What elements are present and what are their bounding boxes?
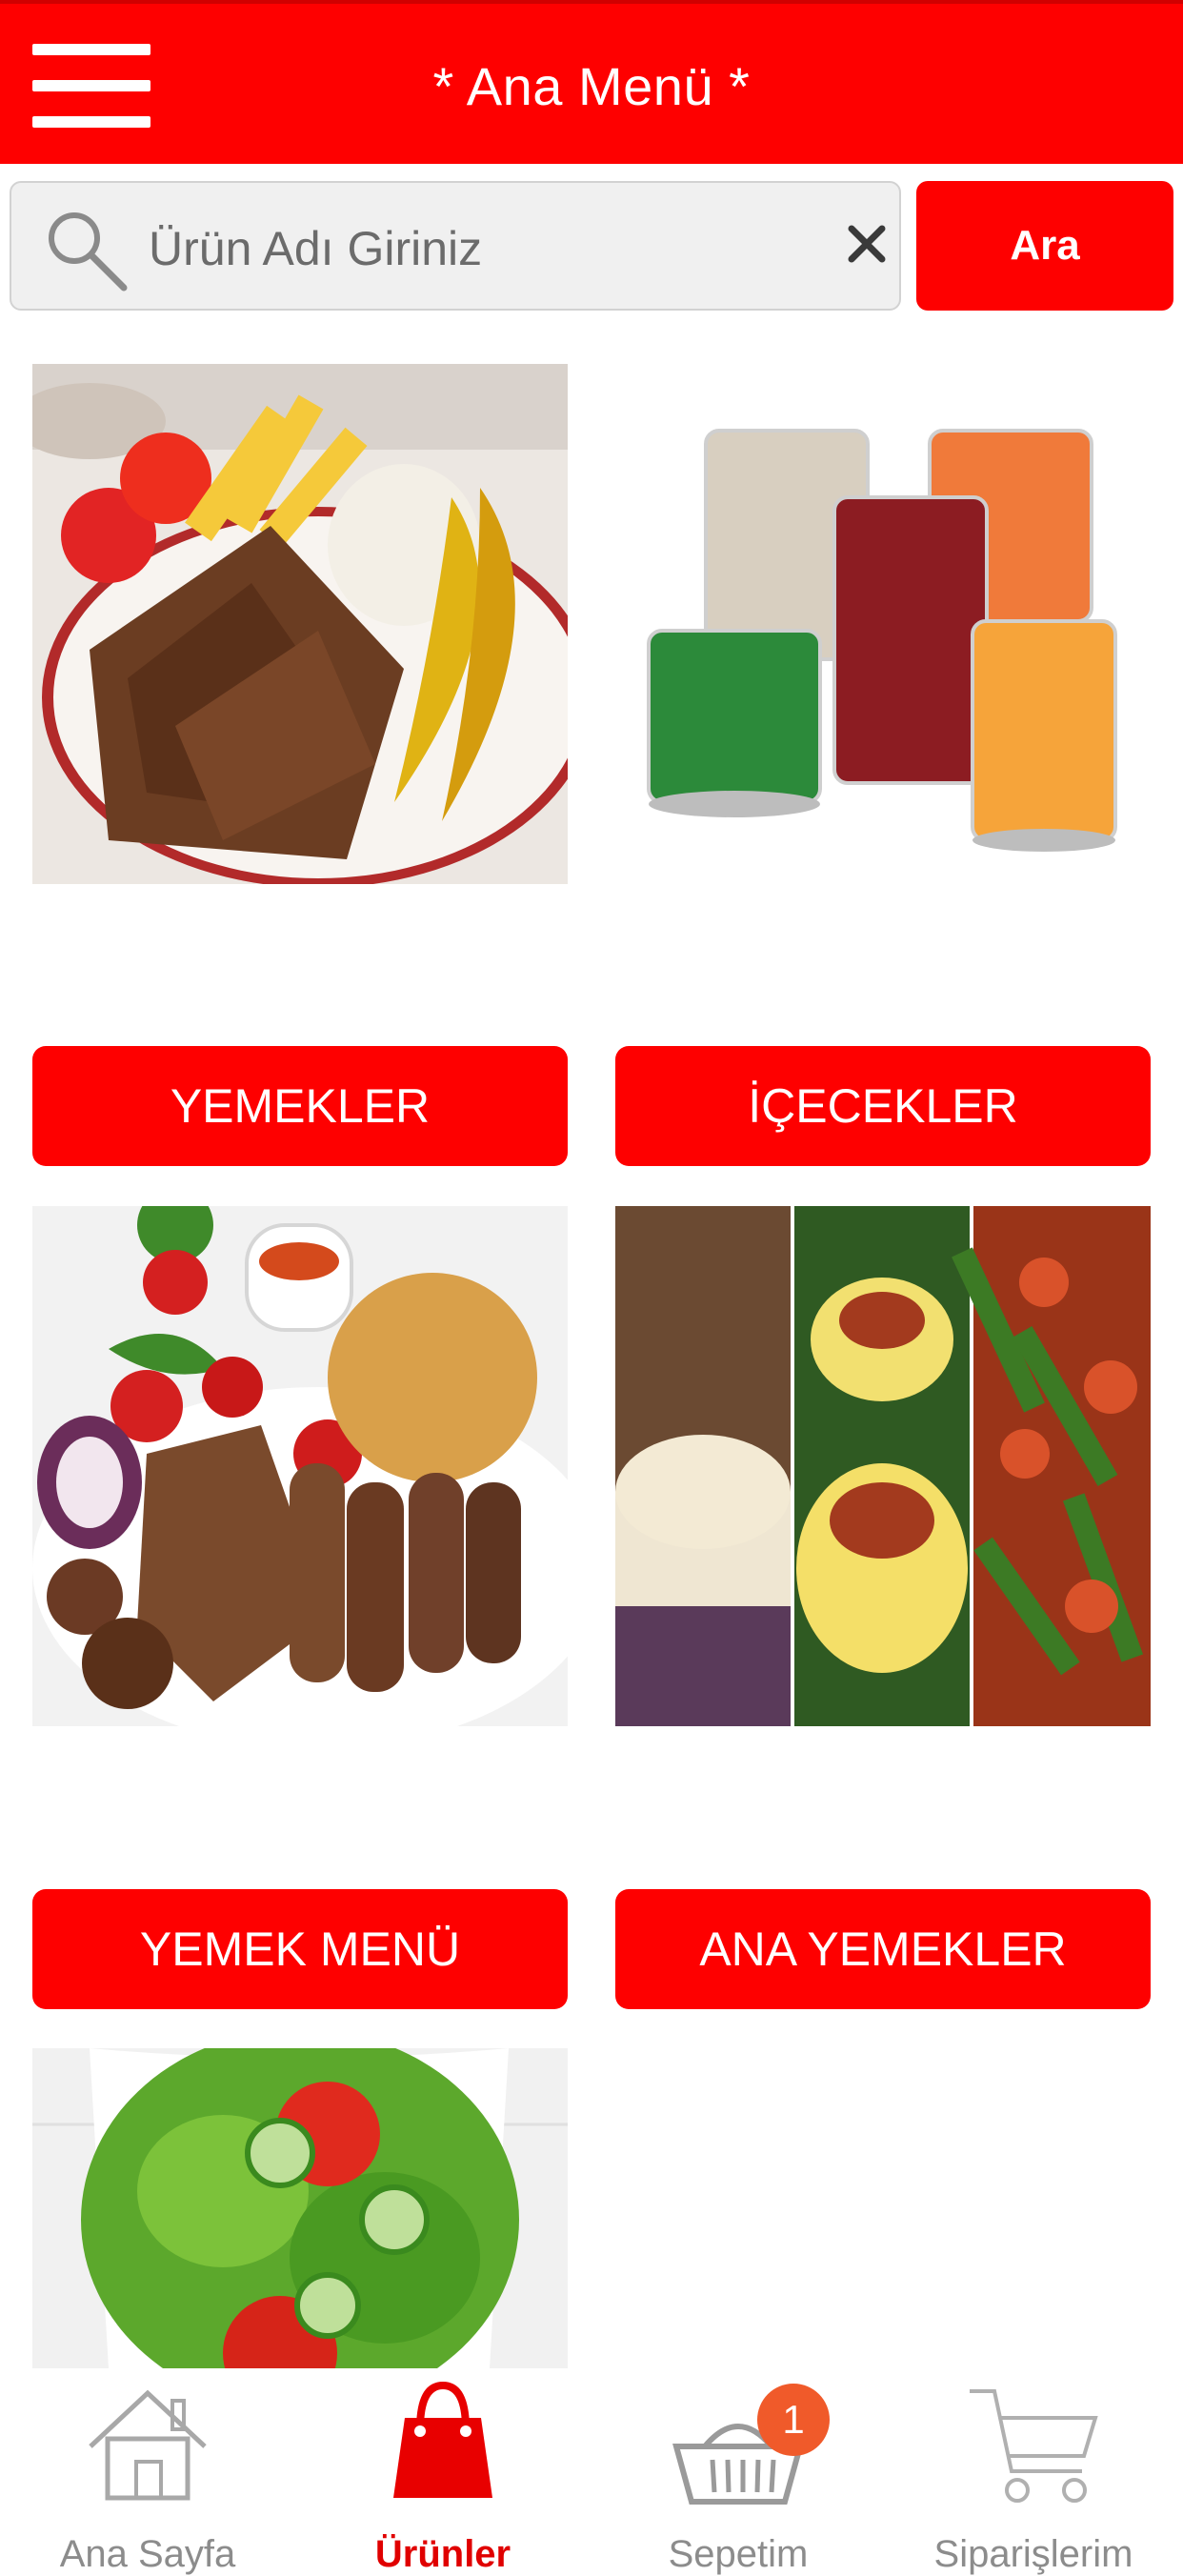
category-button-ana-yemekler[interactable]: ANA YEMEKLER — [615, 1889, 1151, 2009]
search-icon — [49, 212, 128, 292]
cart-count-badge: 1 — [757, 2384, 830, 2456]
tab-siparislerim[interactable]: Siparişlerim — [886, 2368, 1181, 2575]
main-dishes-collage-image[interactable] — [615, 1206, 1151, 1726]
tab-urunler[interactable]: Ürünler — [295, 2368, 591, 2575]
tab-label: Siparişlerim — [933, 2533, 1133, 2575]
tab-label: Sepetim — [668, 2533, 809, 2575]
cart-icon — [970, 2389, 1098, 2503]
category-button-icecekler[interactable]: İÇECEKLER — [615, 1046, 1151, 1166]
search-button[interactable]: Ara — [916, 181, 1173, 311]
app-header: * Ana Menü * — [0, 0, 1183, 164]
close-icon[interactable] — [838, 215, 895, 272]
home-icon — [89, 2389, 207, 2501]
juice-glasses-image[interactable] — [615, 364, 1151, 884]
search-bar — [10, 181, 901, 311]
tab-label: Ana Sayfa — [59, 2533, 236, 2575]
tab-sepetim[interactable]: 1 Sepetim — [591, 2368, 886, 2575]
salad-bowl-image[interactable] — [32, 2048, 568, 2368]
doner-plate-image[interactable] — [32, 364, 568, 884]
bottom-tab-bar: Ana Sayfa Ürünler 1 Sepetim Siparişlerim — [0, 2368, 1183, 2575]
category-button-yemek-menu[interactable]: YEMEK MENÜ — [32, 1889, 568, 2009]
tab-label: Ürünler — [374, 2533, 511, 2575]
shopping-bag-icon — [393, 2381, 492, 2498]
category-button-yemekler[interactable]: YEMEKLER — [32, 1046, 568, 1166]
page-title: * Ana Menü * — [432, 56, 751, 116]
kebab-plate-image[interactable] — [32, 1206, 568, 1726]
tab-ana-sayfa[interactable]: Ana Sayfa — [0, 2368, 295, 2575]
search-input[interactable] — [147, 211, 808, 286]
